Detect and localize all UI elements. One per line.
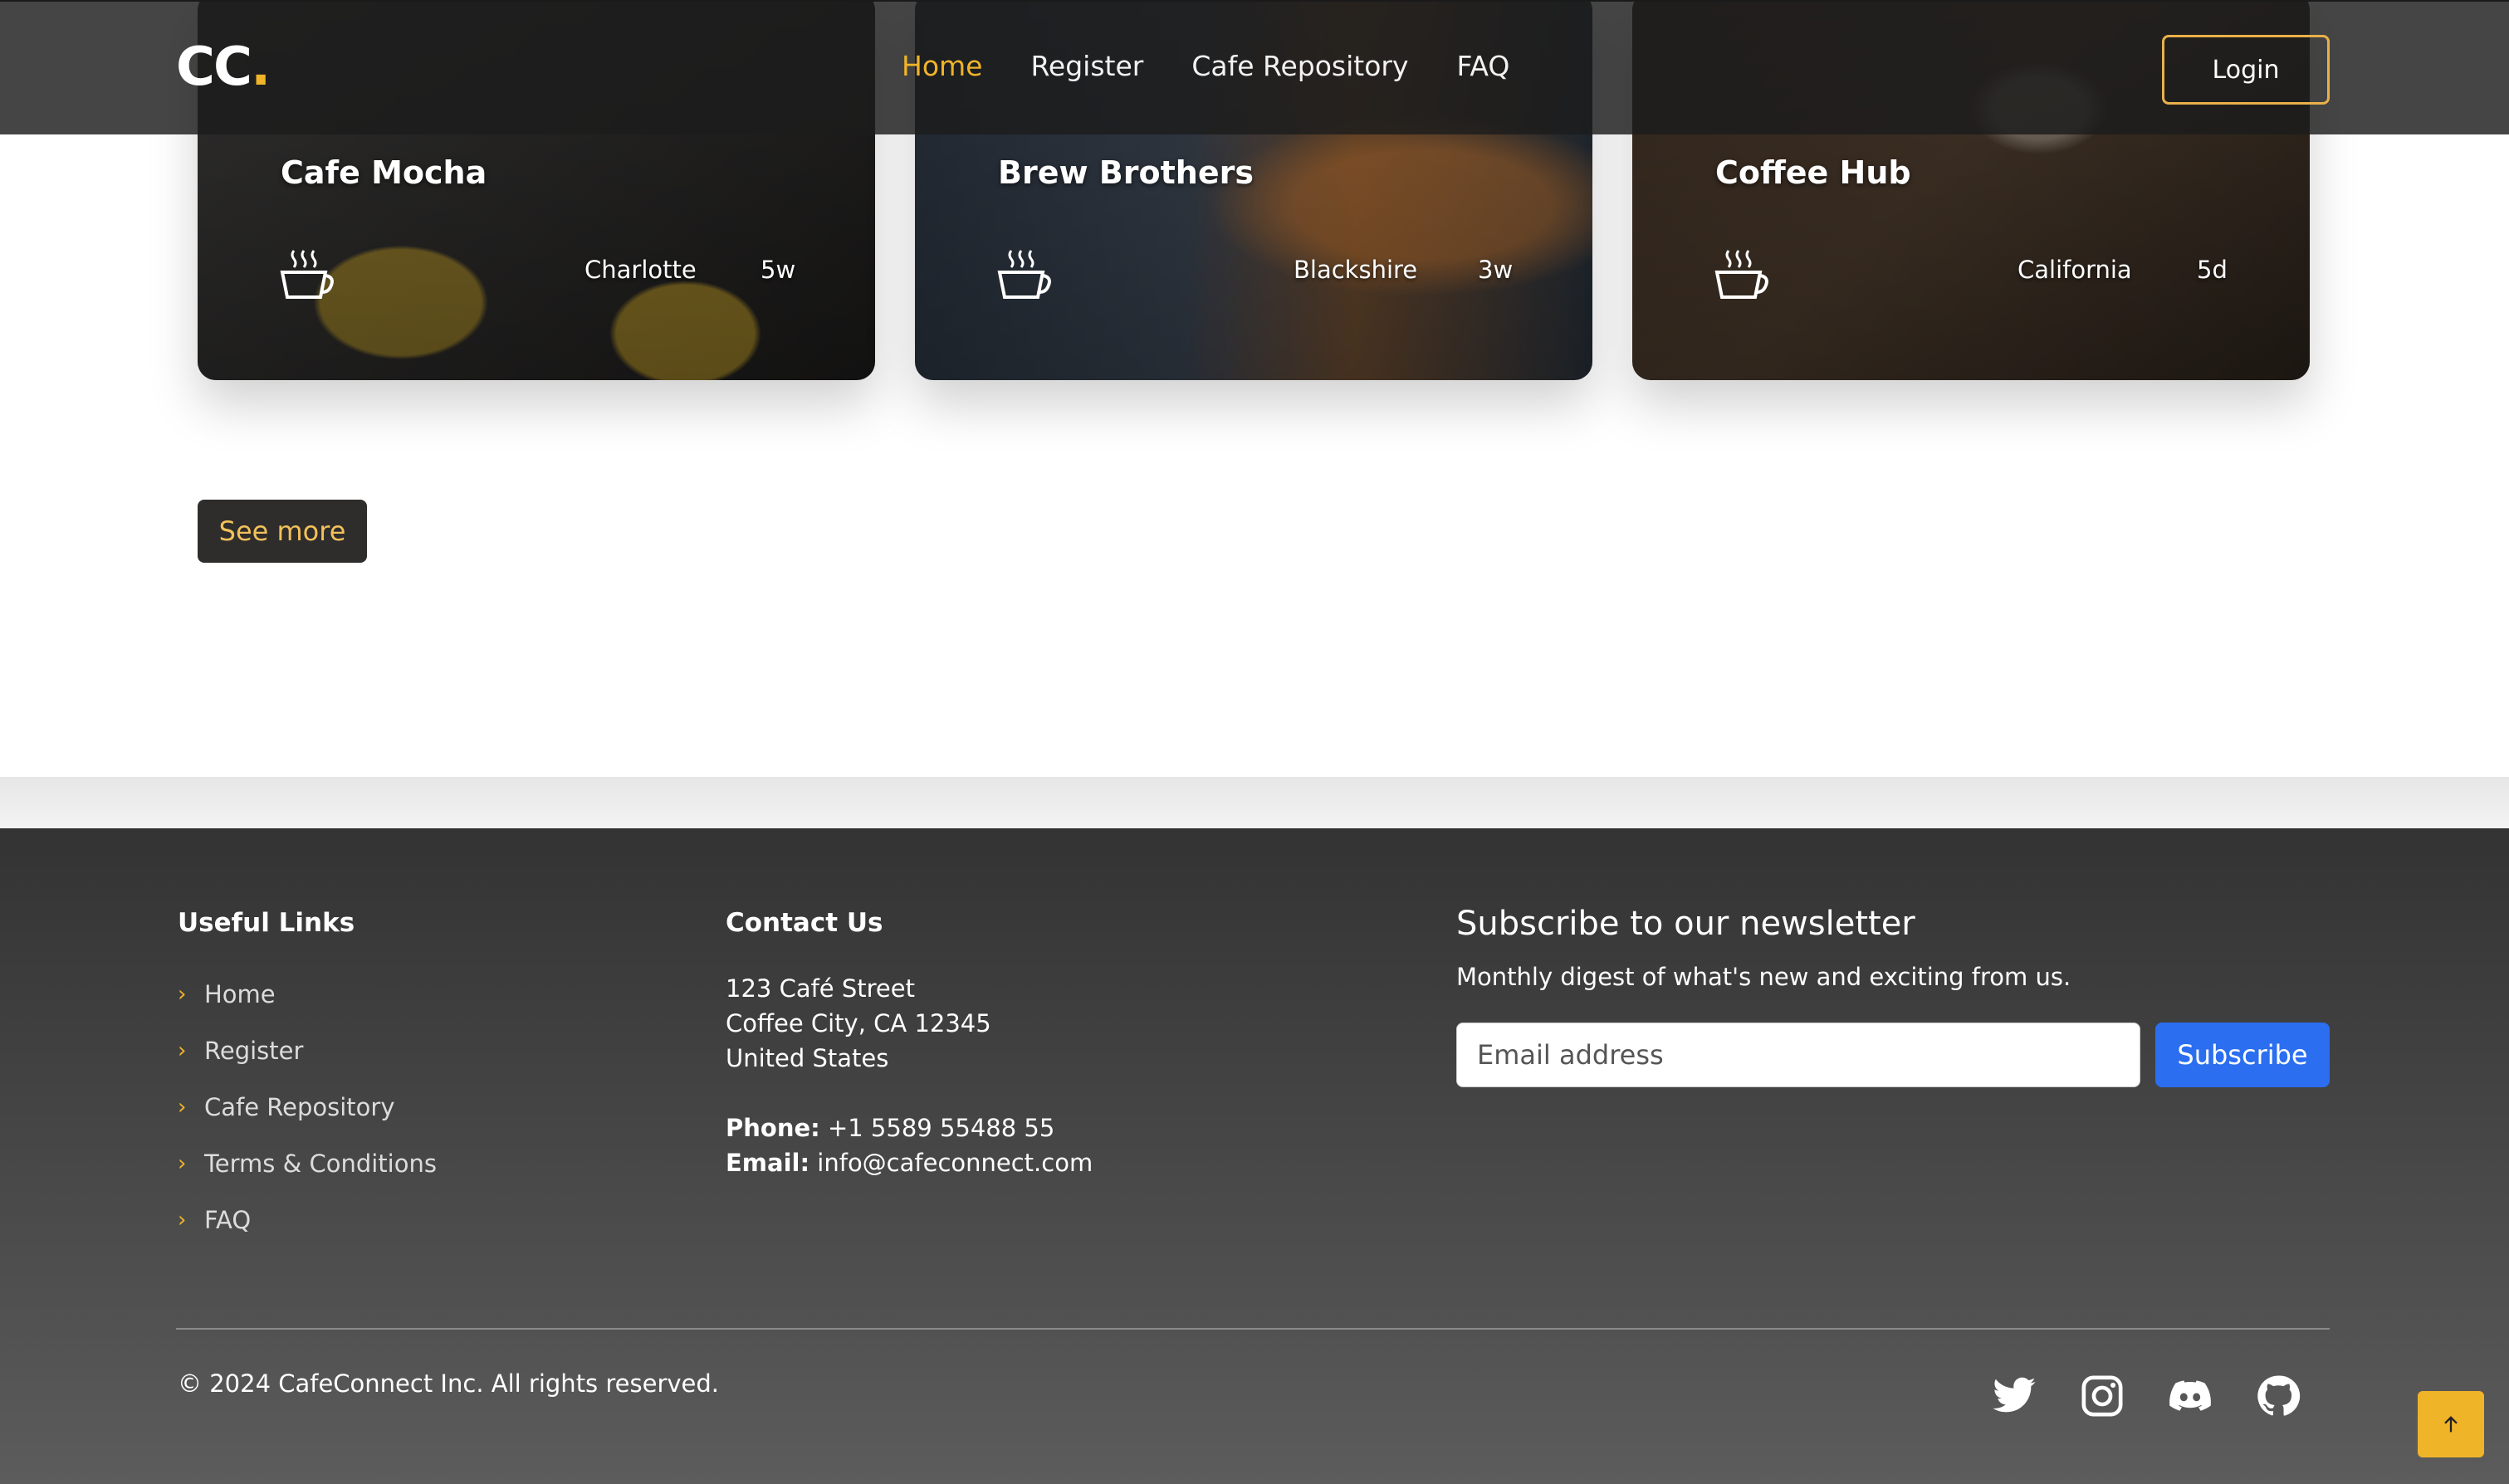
copyright: © 2024 CafeConnect Inc. All rights reser…: [178, 1369, 720, 1398]
coffee-cup-icon: [280, 250, 334, 299]
coffee-cup-icon: [1714, 250, 1768, 299]
discord-icon[interactable]: [2167, 1373, 2213, 1419]
social-links: [1991, 1373, 2301, 1419]
chevron-right-icon: ›: [178, 1151, 187, 1176]
nav-faq[interactable]: FAQ: [1456, 50, 1509, 82]
card-title: Coffee Hub: [1715, 154, 1911, 191]
address-line: 123 Café Street: [726, 974, 915, 1003]
nav-register[interactable]: Register: [1030, 50, 1143, 82]
newsletter-title: Subscribe to our newsletter: [1456, 905, 1915, 943]
footer-link-faq[interactable]: › FAQ: [178, 1192, 437, 1248]
newsletter-subtitle: Monthly digest of what's new and excitin…: [1456, 963, 2071, 991]
see-more-button[interactable]: See more: [198, 500, 367, 563]
chevron-right-icon: ›: [178, 1095, 187, 1120]
email-line: Email: info@cafeconnect.com: [726, 1149, 1093, 1177]
subscribe-button[interactable]: Subscribe: [2155, 1023, 2330, 1087]
nav-cafe-repository[interactable]: Cafe Repository: [1191, 50, 1408, 82]
card-location: California: [2017, 256, 2132, 284]
arrow-up-icon: [2444, 1416, 2458, 1433]
chevron-right-icon: ›: [178, 1208, 187, 1233]
twitter-icon[interactable]: [1991, 1373, 2037, 1419]
contact-heading: Contact Us: [726, 908, 883, 938]
address-line: Coffee City, CA 12345: [726, 1009, 991, 1037]
email-input[interactable]: [1456, 1023, 2140, 1087]
footer-link-terms[interactable]: › Terms & Conditions: [178, 1135, 437, 1192]
navbar: CC. Home Register Cafe Repository FAQ Lo…: [0, 0, 2509, 134]
address-line: United States: [726, 1044, 889, 1072]
chevron-right-icon: ›: [178, 982, 187, 1007]
card-location: Charlotte: [584, 256, 697, 284]
footer: Useful Links › Home › Register › Cafe Repos…: [0, 828, 2509, 1484]
main-nav: Home Register Cafe Repository FAQ: [902, 50, 1509, 82]
github-icon[interactable]: [2255, 1373, 2301, 1419]
back-to-top-button[interactable]: [2418, 1391, 2484, 1457]
nav-home[interactable]: Home: [902, 50, 982, 82]
footer-link-register[interactable]: › Register: [178, 1023, 437, 1079]
card-age: 3w: [1478, 256, 1514, 284]
section-divider: [0, 777, 2509, 828]
chevron-right-icon: ›: [178, 1038, 187, 1063]
card-age: 5w: [761, 256, 796, 284]
footer-link-cafe-repository[interactable]: › Cafe Repository: [178, 1079, 437, 1135]
login-button[interactable]: Login: [2162, 35, 2330, 105]
useful-links-list: › Home › Register › Cafe Repository › Terms …: [178, 966, 437, 1248]
logo[interactable]: CC.: [176, 37, 271, 98]
footer-link-home[interactable]: › Home: [178, 966, 437, 1023]
phone-line: Phone: +1 5589 55488 55: [726, 1114, 1055, 1142]
card-location: Blackshire: [1294, 256, 1418, 284]
coffee-cup-icon: [997, 250, 1051, 299]
instagram-icon[interactable]: [2079, 1373, 2125, 1419]
email-link[interactable]: info@cafeconnect.com: [817, 1149, 1093, 1177]
card-title: Cafe Mocha: [281, 154, 487, 191]
footer-divider: [176, 1328, 2330, 1330]
card-age: 5d: [2197, 256, 2228, 284]
card-title: Brew Brothers: [998, 154, 1254, 191]
useful-links-heading: Useful Links: [178, 908, 355, 938]
contact-info: 123 Café Street Coffee City, CA 12345 Un…: [726, 971, 1093, 1180]
